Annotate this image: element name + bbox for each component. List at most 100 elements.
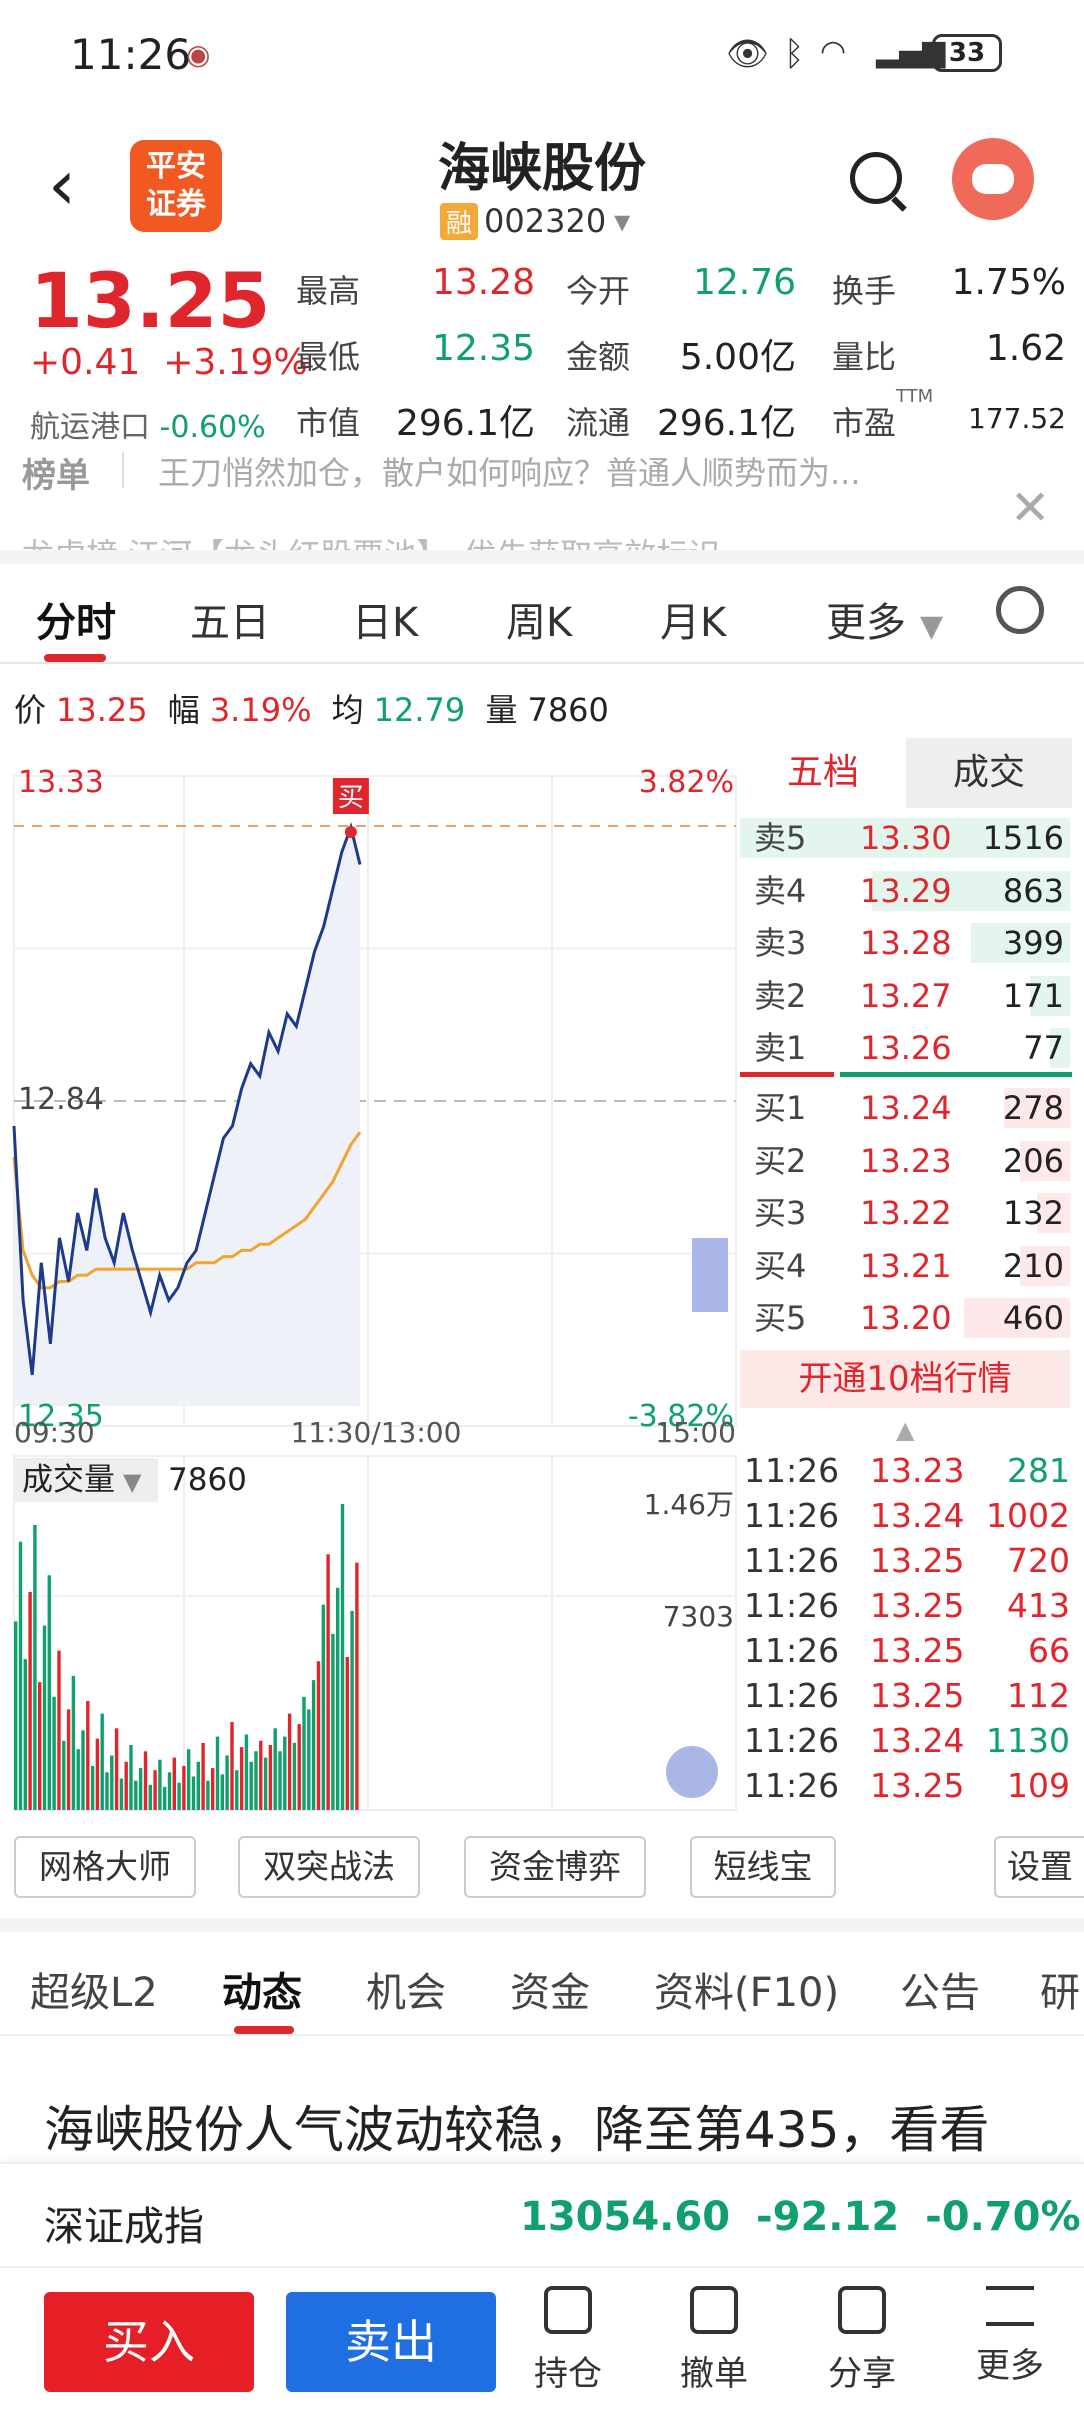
volume-bar [124,1761,128,1810]
volume-bar [81,1730,85,1810]
info-amp-label: 幅 [167,691,200,729]
bid-row[interactable]: 买2 13.23 206 [740,1135,1070,1187]
current-price: 13.25 [30,256,271,345]
tool-short-term[interactable]: 短线宝 [690,1836,836,1898]
ask-bid-divider-red [740,1072,834,1077]
volume-bar [57,1650,61,1810]
tab-weekly-k[interactable]: 周K [506,590,572,648]
level-volume: 399 [1002,924,1064,963]
stock-code-selector[interactable]: 融 002320 ▾ [440,202,630,240]
tool-settings[interactable]: 设置 [994,1836,1084,1898]
trade-row: 11:26 13.24 1002 [744,1493,1070,1538]
scroll-up-icon[interactable]: ▲ [896,1416,914,1444]
volume-bar [215,1736,220,1810]
x-label-close: 15:00 [655,1416,736,1449]
hold-button[interactable]: 持仓 [518,2286,618,2395]
upgrade-ten-levels-button[interactable]: 开通10档行情 [740,1350,1070,1408]
trade-time: 11:26 [744,1541,840,1580]
level-volume: 460 [1002,1299,1064,1338]
tab-monthly-k[interactable]: 月K [660,590,726,648]
tab-five-day[interactable]: 五日 [190,590,270,648]
section-divider [0,550,1084,564]
menu-icon [986,2286,1034,2326]
trade-volume: 1130 [986,1721,1070,1760]
trade-time: 11:26 [744,1496,840,1535]
orderbook: 五档 成交 卖5 13.30 1516 卖4 13.29 863 卖3 13.28 399 卖2 1… [740,738,1072,1339]
share-icon [838,2286,886,2334]
gear-icon[interactable] [996,586,1044,634]
ask-row[interactable]: 卖1 13.26 77 [740,1022,1070,1074]
ask-row[interactable]: 卖4 13.29 863 [740,865,1070,917]
level-price: 13.23 [860,1141,952,1180]
tab-more[interactable]: 更多 ▼ [826,590,943,648]
assistant-avatar[interactable] [952,138,1034,220]
battery-icon: 33 [932,34,1002,72]
stock-code: 002320 [484,202,607,240]
tab-daily-k[interactable]: 日K [352,590,418,648]
level-price: 13.26 [860,1029,952,1068]
tool-grid-master[interactable]: 网格大师 [14,1836,196,1898]
tab-super-l2[interactable]: 超级L2 [30,1960,158,2018]
share-button[interactable]: 分享 [812,2286,912,2395]
tab-announcements[interactable]: 公告 [900,1960,980,2018]
tab-five-levels[interactable]: 五档 [740,738,906,808]
tab-trades[interactable]: 成交 [906,738,1072,808]
volume-bar [225,1755,229,1810]
index-name: 深证成指 [44,2204,204,2250]
bid-row[interactable]: 买5 13.20 460 [740,1292,1070,1344]
tab-f10[interactable]: 资料(F10) [654,1960,839,2018]
bid-row[interactable]: 买3 13.22 132 [740,1187,1070,1239]
quote-label: 最低 [296,338,361,376]
bid-row[interactable]: 买4 13.21 210 [740,1240,1070,1292]
level-label: 卖2 [754,976,807,1015]
more-button[interactable]: 更多 [960,2286,1060,2387]
trade-row: 11:26 13.25 66 [744,1628,1070,1673]
index-bar[interactable]: 深证成指 13054.60-92.12-0.70%▲ [0,2162,1084,2266]
tab-funds[interactable]: 资金 [510,1960,590,2018]
trade-time: 11:26 [744,1631,840,1670]
tool-fund-game[interactable]: 资金博弈 [464,1836,646,1898]
news-headline[interactable]: 海峡股份人气波动较稳，降至第435，看看 [44,2090,989,2162]
volume-bar [230,1722,234,1810]
trade-volume: 112 [1007,1676,1070,1715]
volume-bar [316,1661,321,1810]
y-mid-label: 12.84 [18,1082,104,1117]
cancel-order-button[interactable]: 撤单 [664,2286,764,2395]
sell-button[interactable]: 卖出 [286,2292,496,2392]
holdings-icon [544,2286,592,2334]
tool-double-breakout[interactable]: 双突战法 [238,1836,420,1898]
buy-button[interactable]: 买入 [44,2292,254,2392]
trade-price: 13.25 [870,1586,965,1625]
level-price: 13.27 [860,976,952,1015]
tab-intraday[interactable]: 分时 [36,590,116,648]
volume-indicator-select[interactable]: 成交量 ▼ [14,1458,158,1502]
intraday-chart[interactable]: 买13.3312.8412.353.82%-3.82%09:30 11:30/13… [0,730,740,1820]
tab-research[interactable]: 研 [1040,1960,1080,2018]
volume-bar [321,1604,325,1810]
tab-news[interactable]: 动态 [222,1960,302,2018]
volume-bar [331,1633,335,1810]
section-divider [0,1918,1084,1932]
bid-row[interactable]: 买1 13.24 278 [740,1082,1070,1134]
news-ticker[interactable]: 榜单 王刀悄然加仓，散户如何响应？普通人顺势而为... ✕ 龙虎榜 江河【龙头红… [0,440,1084,550]
volume-mid-label: 7303 [663,1600,734,1633]
search-icon[interactable] [850,152,902,204]
quote-value: 1.62 [985,328,1066,369]
ask-row[interactable]: 卖5 13.30 1516 [740,812,1070,864]
volume-bar [86,1701,90,1810]
close-icon[interactable]: ✕ [1010,480,1050,536]
tab-opportunity[interactable]: 机会 [366,1960,446,2018]
volume-bar [52,1696,56,1810]
margin-badge: 融 [440,203,479,240]
volume-bar [311,1680,316,1810]
ask-row[interactable]: 卖3 13.28 399 [740,917,1070,969]
volume-bar [355,1562,359,1810]
quote-label: 市值 [296,404,361,442]
level-volume: 210 [1002,1246,1064,1285]
index-pct: -0.70% [925,2194,1081,2240]
level-label: 买1 [754,1089,807,1127]
index-values: 13054.60-92.12-0.70%▲ [520,2194,1084,2240]
ask-row[interactable]: 卖2 13.27 171 [740,970,1070,1022]
volume-bar [66,1709,71,1810]
eye-icon: 👁 [726,34,770,74]
